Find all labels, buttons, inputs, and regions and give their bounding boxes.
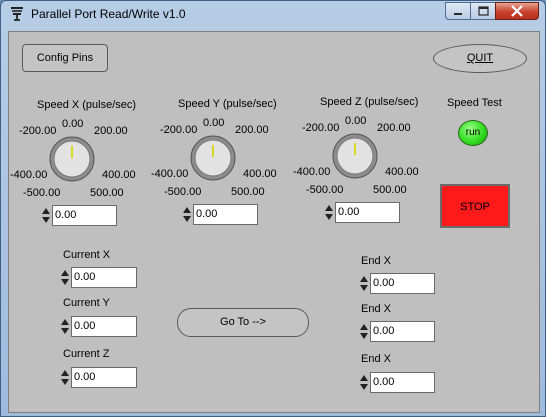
knob-tick: 400.00	[243, 168, 277, 180]
speed-x-knob-control: Speed X (pulse/sec) -200.00 0.00 200.00 …	[9, 92, 159, 232]
spinner-arrows-icon[interactable]	[360, 275, 368, 292]
speed-y-input[interactable]: 0.00	[193, 204, 258, 225]
speed-test-led-text: run	[465, 127, 481, 138]
spinner-arrows-icon[interactable]	[360, 374, 368, 391]
knob-tick: 0.00	[345, 115, 367, 127]
current-z-input[interactable]: 0.00	[71, 367, 137, 388]
speed-x-input[interactable]: 0.00	[52, 205, 117, 226]
goto-button[interactable]: Go To -->	[177, 308, 309, 337]
maximize-icon	[478, 6, 489, 16]
app-icon	[11, 7, 23, 21]
knob-tick: 200.00	[94, 125, 128, 137]
speed-y-knob-control: Speed Y (pulse/sec) -200.00 0.00 200.00 …	[150, 91, 300, 231]
speed-z-knob-control: Speed Z (pulse/sec) -200.00 0.00 200.00 …	[292, 89, 442, 229]
knob-tick: 400.00	[102, 169, 136, 181]
end-x-input[interactable]: 0.00	[370, 273, 435, 294]
end-x-input[interactable]: 0.00	[370, 321, 435, 342]
end-x-label: End X	[361, 353, 391, 365]
quit-label: QUIT	[466, 52, 494, 64]
end-x-input[interactable]: 0.00	[370, 372, 435, 393]
knob-tick: -500.00	[23, 187, 61, 199]
current-x-label: Current X	[63, 249, 111, 261]
knob-tick: 500.00	[373, 184, 407, 196]
speed-x-label: Speed X (pulse/sec)	[37, 99, 137, 111]
current-y-input[interactable]: 0.00	[71, 316, 137, 337]
knob-tick: 0.00	[62, 118, 84, 130]
spinner-arrows-icon[interactable]	[183, 206, 191, 223]
speed-y-label: Speed Y (pulse/sec)	[178, 98, 277, 110]
stop-button[interactable]: STOP	[440, 184, 510, 228]
front-panel: Config Pins QUIT Speed X (pulse/sec) -20…	[8, 31, 540, 413]
knob-tick: 0.00	[203, 117, 225, 129]
knob-tick: 500.00	[90, 187, 124, 199]
current-y-label: Current Y	[63, 297, 110, 309]
speed-z-input[interactable]: 0.00	[335, 202, 400, 223]
close-button[interactable]	[495, 2, 539, 20]
app-window: Parallel Port Read/Write v1.0 Config Pin…	[0, 0, 546, 417]
knob-tick: -400.00	[151, 168, 189, 180]
speed-test-label: Speed Test	[447, 97, 502, 109]
speed-x-dial[interactable]	[47, 134, 97, 184]
knob-tick: 200.00	[377, 122, 411, 134]
minimize-icon	[454, 13, 462, 15]
config-pins-label: Config Pins	[36, 52, 94, 64]
close-icon	[511, 5, 523, 17]
speed-z-label: Speed Z (pulse/sec)	[320, 96, 419, 108]
window-title: Parallel Port Read/Write v1.0	[31, 7, 186, 21]
knob-tick: 500.00	[231, 186, 265, 198]
speed-y-dial[interactable]	[188, 133, 238, 183]
goto-label: Go To -->	[220, 316, 266, 328]
speed-test-led[interactable]: run	[458, 120, 488, 146]
minimize-button[interactable]	[445, 2, 471, 20]
config-pins-button[interactable]: Config Pins	[22, 44, 108, 72]
knob-tick: 400.00	[385, 166, 419, 178]
speed-z-dial[interactable]	[330, 131, 380, 181]
stop-label: STOP	[460, 201, 490, 213]
spinner-arrows-icon[interactable]	[61, 318, 69, 335]
end-x-label: End X	[361, 255, 391, 267]
knob-tick: -500.00	[164, 186, 202, 198]
knob-tick: -400.00	[293, 166, 331, 178]
spinner-arrows-icon[interactable]	[325, 204, 333, 221]
knob-tick: -500.00	[306, 184, 344, 196]
spinner-arrows-icon[interactable]	[42, 207, 50, 224]
end-x-label: End X	[361, 303, 391, 315]
current-x-input[interactable]: 0.00	[71, 267, 137, 288]
spinner-arrows-icon[interactable]	[61, 369, 69, 386]
current-z-label: Current Z	[63, 348, 110, 360]
quit-button[interactable]: QUIT	[433, 44, 527, 73]
title-bar[interactable]: Parallel Port Read/Write v1.0	[1, 1, 545, 27]
spinner-arrows-icon[interactable]	[360, 323, 368, 340]
knob-tick: 200.00	[235, 124, 269, 136]
spinner-arrows-icon[interactable]	[61, 269, 69, 286]
knob-tick: -400.00	[10, 169, 48, 181]
maximize-button[interactable]	[470, 2, 496, 20]
